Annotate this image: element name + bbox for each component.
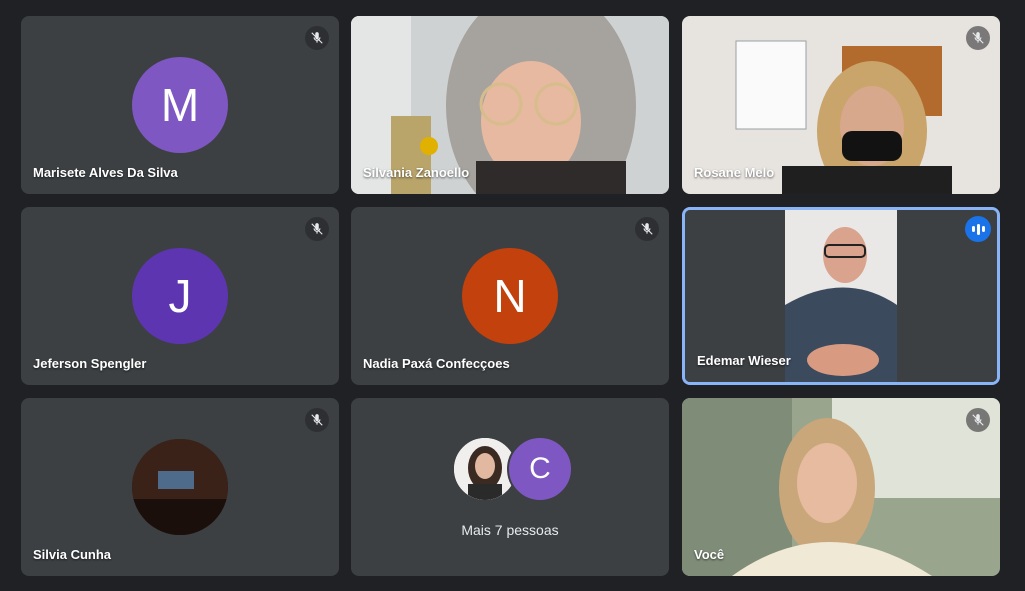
participant-avatar: C (507, 436, 573, 502)
participant-avatar: N (462, 248, 558, 344)
participant-avatar: J (132, 248, 228, 344)
participant-tile-speaking[interactable]: Edemar Wieser (682, 207, 1000, 385)
participant-avatar-photo (132, 439, 228, 535)
participant-name: Silvia Cunha (33, 547, 112, 562)
more-participants-label: Mais 7 pessoas (461, 522, 559, 538)
participant-tile[interactable]: M Marisete Alves Da Silva (21, 16, 339, 194)
more-participants-tile[interactable]: C Mais 7 pessoas (351, 398, 669, 576)
participant-video (682, 398, 1000, 576)
mic-off-icon (966, 408, 990, 432)
participant-name: Jeferson Spengler (33, 356, 147, 371)
mic-off-icon (305, 217, 329, 241)
participant-tile[interactable]: Silvia Cunha (21, 398, 339, 576)
mic-off-icon (966, 26, 990, 50)
participant-name: Marisete Alves Da Silva (33, 165, 178, 180)
participant-avatar: M (132, 57, 228, 153)
self-view-tile[interactable]: Você (682, 398, 1000, 576)
participant-name: Nadia Paxá Confecçoes (363, 356, 510, 371)
participant-name: Rosane Melo (694, 165, 775, 180)
participant-tile[interactable]: Rosane Melo (682, 16, 1000, 194)
mic-off-icon (305, 26, 329, 50)
participant-tile[interactable]: J Jeferson Spengler (21, 207, 339, 385)
participant-tile[interactable]: N Nadia Paxá Confecçoes (351, 207, 669, 385)
participant-name: Você (694, 547, 725, 562)
mic-off-icon (635, 217, 659, 241)
participant-name: Edemar Wieser (697, 353, 791, 368)
mic-off-icon (305, 408, 329, 432)
participant-name: Silvania Zanoello (363, 165, 470, 180)
participant-tile[interactable]: Silvania Zanoello (351, 16, 669, 194)
speaking-indicator-icon (965, 216, 991, 242)
